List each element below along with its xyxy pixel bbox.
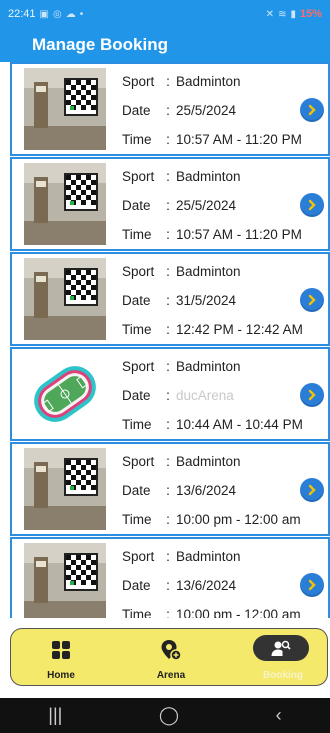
- chevron-right-icon[interactable]: [300, 383, 324, 407]
- booking-card[interactable]: Sport: Badminton Date:25/5/2024 Time:10:5…: [10, 157, 330, 251]
- separator: :: [166, 359, 170, 374]
- date-value: 31/5/2024: [176, 293, 237, 308]
- time-value: 12:42 PM - 12:42 AM: [176, 322, 303, 337]
- nav-home-label: Home: [47, 670, 75, 681]
- room-photo: [24, 258, 106, 340]
- separator: :: [166, 549, 170, 564]
- wifi-icon: ≋: [278, 8, 287, 20]
- separator: :: [166, 578, 170, 593]
- room-photo: [24, 543, 106, 618]
- sport-value: Badminton: [176, 169, 241, 184]
- battery-percent: 15%: [299, 8, 322, 20]
- home-circle-icon[interactable]: ◯: [159, 705, 179, 726]
- separator: :: [166, 169, 170, 184]
- signal-icon: ▮: [290, 8, 296, 20]
- add-location-icon: [161, 640, 182, 661]
- separator: :: [166, 132, 170, 147]
- date-label: Date: [122, 198, 151, 213]
- room-photo: [24, 448, 106, 530]
- date-value: 25/5/2024: [176, 103, 237, 118]
- sport-label: Sport: [122, 264, 155, 279]
- time-label: Time: [122, 512, 152, 527]
- separator: :: [166, 512, 170, 527]
- sport-value: Badminton: [176, 74, 241, 89]
- status-time: 22:41: [8, 8, 36, 20]
- booking-card[interactable]: Sport: Badminton Date:25/5/2024 Time:10:5…: [10, 62, 330, 156]
- chevron-right-icon[interactable]: [300, 98, 324, 122]
- separator: :: [166, 417, 170, 432]
- separator: :: [166, 607, 170, 618]
- gallery-icon: ▣: [39, 8, 49, 20]
- nav-booking-label: Booking: [263, 670, 303, 681]
- sport-label: Sport: [122, 454, 155, 469]
- booking-list[interactable]: Sport: Badminton Date:25/5/2024 Time:10:5…: [0, 62, 330, 618]
- date-value: 13/6/2024: [176, 483, 237, 498]
- mute-icon: ✕: [265, 8, 275, 20]
- chevron-right-icon[interactable]: [300, 478, 324, 502]
- nav-arena-label: Arena: [156, 670, 186, 681]
- separator: :: [166, 74, 170, 89]
- sport-label: Sport: [122, 359, 155, 374]
- time-value: 10:00 pm - 12:00 am: [176, 512, 301, 527]
- separator: :: [166, 293, 170, 308]
- sport-label: Sport: [122, 74, 155, 89]
- time-value: 10:57 AM - 11:20 PM: [176, 132, 302, 147]
- date-label: Date: [122, 483, 151, 498]
- chevron-right-icon[interactable]: [300, 193, 324, 217]
- sport-value: Badminton: [176, 454, 241, 469]
- nav-home[interactable]: Home: [21, 633, 101, 683]
- date-label: Date: [122, 293, 151, 308]
- system-navigation-bar: ||| ◯ ‹: [0, 698, 330, 733]
- dashboard-icon: [52, 641, 70, 659]
- sport-label: Sport: [122, 169, 155, 184]
- time-value: 10:44 AM - 10:44 PM: [176, 417, 303, 432]
- separator: :: [166, 483, 170, 498]
- time-label: Time: [122, 227, 152, 242]
- booking-card[interactable]: Sport: Badminton Date: ducArena Time:10:44…: [10, 347, 330, 441]
- nav-arena[interactable]: Arena: [131, 633, 211, 683]
- separator: :: [166, 388, 170, 403]
- time-label: Time: [122, 132, 152, 147]
- date-label: Date: [122, 578, 151, 593]
- separator: :: [166, 264, 170, 279]
- time-value: 10:57 AM - 11:20 PM: [176, 227, 302, 242]
- date-value: ducArena: [176, 388, 234, 403]
- date-label: Date: [122, 388, 151, 403]
- separator: :: [166, 198, 170, 213]
- booking-card[interactable]: Sport: Badminton Date:13/6/2024 Time:10:0…: [10, 442, 330, 536]
- date-value: 25/5/2024: [176, 198, 237, 213]
- chevron-right-icon[interactable]: [300, 288, 324, 312]
- separator: :: [166, 103, 170, 118]
- separator: :: [166, 227, 170, 242]
- sport-value: Badminton: [176, 264, 241, 279]
- app-bar: Manage Booking: [0, 28, 330, 62]
- notification-icon: ◎: [52, 8, 62, 20]
- room-photo: [24, 68, 106, 150]
- chevron-right-icon[interactable]: [300, 573, 324, 597]
- date-label: Date: [122, 103, 151, 118]
- date-value: 13/6/2024: [176, 578, 237, 593]
- separator: :: [166, 322, 170, 337]
- time-label: Time: [122, 607, 152, 618]
- nav-booking[interactable]: Booking: [243, 633, 323, 683]
- booking-card[interactable]: Sport: Badminton Date:31/5/2024 Time:12:4…: [10, 252, 330, 346]
- person-search-icon: [271, 640, 291, 656]
- sport-value: Badminton: [176, 359, 241, 374]
- sport-label: Sport: [122, 549, 155, 564]
- room-photo: [24, 163, 106, 245]
- cloud-icon: ☁: [65, 8, 76, 20]
- time-value: 10:00 pm - 12:00 am: [176, 607, 301, 618]
- page-title: Manage Booking: [32, 35, 169, 54]
- booking-card[interactable]: Sport: Badminton Date:13/6/2024 Time:10:0…: [10, 537, 330, 618]
- status-bar: 22:41 ▣ ◎ ☁ • ✕ ≋ ▮ 15%: [0, 0, 330, 28]
- dot-icon: •: [79, 8, 84, 20]
- separator: :: [166, 454, 170, 469]
- time-label: Time: [122, 322, 152, 337]
- bottom-navigation: Home Arena Booking: [10, 628, 328, 686]
- back-icon[interactable]: ‹: [276, 705, 282, 726]
- recent-apps-icon[interactable]: |||: [48, 705, 62, 726]
- time-label: Time: [122, 417, 152, 432]
- stadium-icon: [24, 353, 106, 435]
- sport-value: Badminton: [176, 549, 241, 564]
